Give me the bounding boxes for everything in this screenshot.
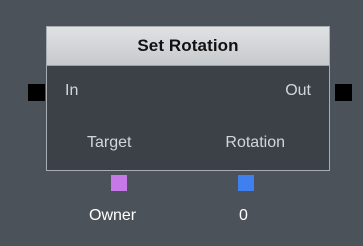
pin-in-label: In bbox=[65, 82, 79, 99]
pin-rotation-label: Rotation bbox=[225, 134, 285, 151]
rotation-value[interactable]: 0 bbox=[239, 207, 248, 225]
exec-in-port[interactable] bbox=[28, 84, 45, 101]
node-title: Set Rotation bbox=[137, 36, 239, 55]
node-body: In Out Target Rotation bbox=[47, 66, 329, 170]
target-value[interactable]: Owner bbox=[89, 207, 136, 225]
graph-canvas: Set Rotation In Out Target Rotation Owne… bbox=[0, 0, 363, 246]
target-input-port[interactable] bbox=[111, 175, 127, 191]
exec-out-port[interactable] bbox=[335, 84, 352, 101]
node-header[interactable]: Set Rotation bbox=[47, 27, 329, 66]
rotation-input-port[interactable] bbox=[238, 175, 254, 191]
pin-out-label: Out bbox=[285, 82, 311, 99]
set-rotation-node[interactable]: Set Rotation In Out Target Rotation bbox=[46, 26, 330, 171]
pin-target-label: Target bbox=[87, 134, 132, 151]
